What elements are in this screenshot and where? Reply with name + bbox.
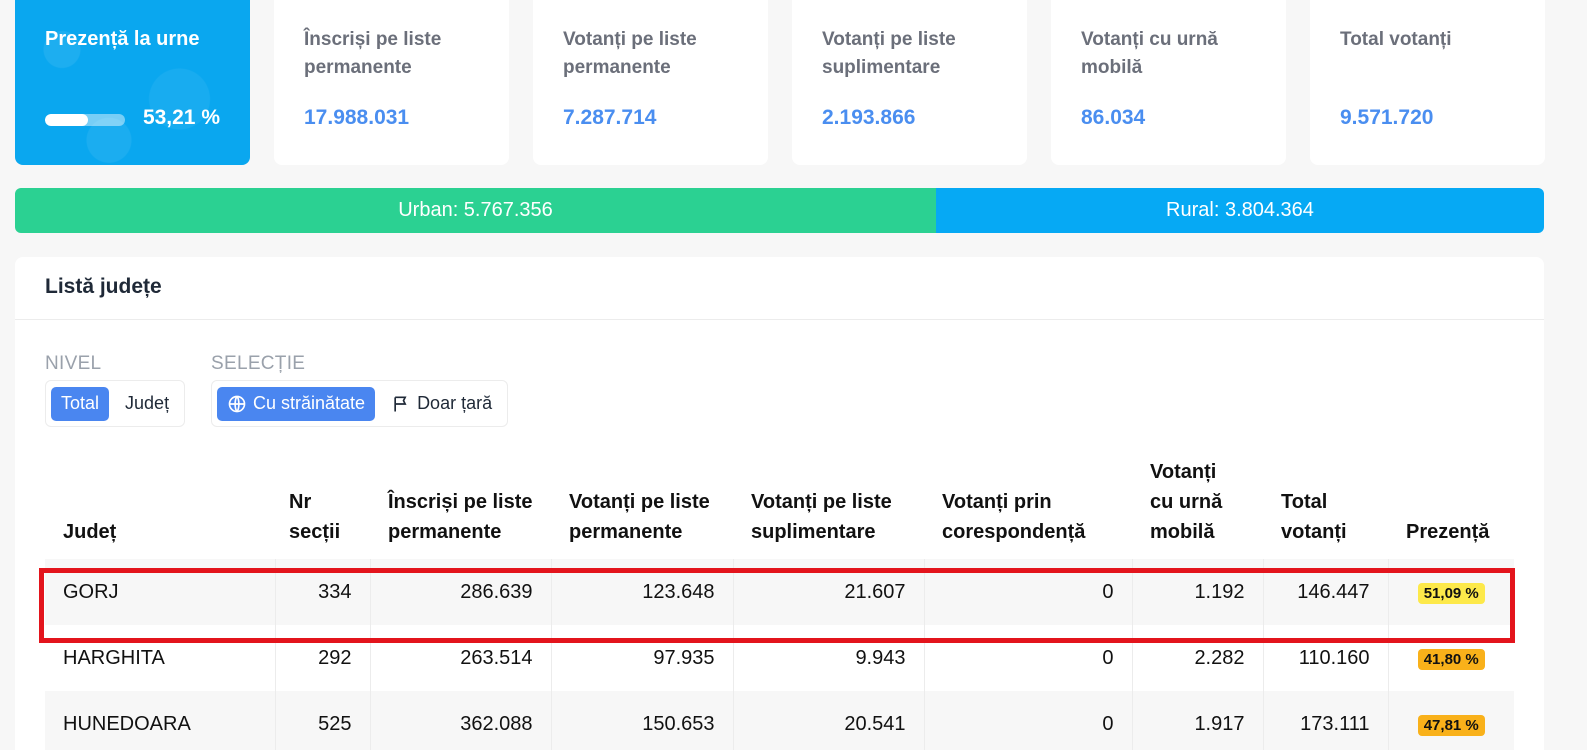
presence-title: Prezență la urne [45,28,200,50]
stat-card-total-voters: Total votanți 9.571.720 [1310,0,1545,165]
level-filter: Total Județ [45,380,186,427]
urban-segment: Urban: 5.767.356 [15,188,936,233]
table-cell: 21.607 [733,559,925,625]
table-body: GORJ 334 286.639 123.648 21.607 0 1.192 146.447… [45,559,1514,750]
panel-title: Listă județe [15,257,1544,320]
col-supplementary-voters[interactable]: Votanți pe liste suplimentare [733,457,924,559]
table-cell: 41,80 % [1388,625,1514,691]
table-cell: 173.111 [1263,691,1389,750]
table-cell: 525 [275,691,371,750]
stat-value: 9.571.720 [1340,106,1434,129]
table-cell: 123.648 [551,559,734,625]
presence-badge: 47,81 % [1417,714,1485,736]
stat-label: Votanți pe liste suplimentare [822,29,956,78]
stat-value: 86.034 [1081,106,1146,129]
col-sections-label: Nr secții [289,491,341,543]
table-cell: 0 [924,691,1133,750]
table-cell: 1.192 [1132,559,1264,625]
presence-progress-fill [45,114,88,126]
presence-badge: 51,09 % [1417,582,1485,604]
cell-county: HUNEDOARA [45,691,276,750]
table-cell: 146.447 [1263,559,1389,625]
stat-card-registered: Înscriși pe liste permanente 17.988.031 [274,0,509,165]
cell-county: HARGHITA [45,625,276,691]
county-list-panel: Listă județe NIVEL Total Județ SELECȚIE … [15,257,1544,750]
selection-filter-label: SELECȚIE [211,353,306,374]
table-cell: 110.160 [1263,625,1389,691]
selection-filter: Cu străinătate Doar țară [211,380,509,427]
table-cell: 263.514 [370,625,552,691]
urban-rural-bar: Urban: 5.767.356 Rural: 3.804.364 [15,188,1544,233]
cell-county: GORJ [45,559,276,625]
table-cell: 362.088 [370,691,552,750]
col-total-voters[interactable]: Total votanți [1263,457,1388,559]
table-cell: 292 [275,625,371,691]
table-cell: 20.541 [733,691,925,750]
stat-label: Votanți pe liste permanente [563,29,697,78]
stat-label: Votanți cu urnă mobilă [1081,29,1218,78]
presence-badge: 41,80 % [1417,648,1485,670]
table-cell: 0 [924,559,1133,625]
selection-option-abroad[interactable]: Cu străinătate [217,386,376,421]
col-permanent-voters[interactable]: Votanți pe liste permanente [551,457,733,559]
table-cell: 51,09 % [1388,559,1514,625]
stat-value: 2.193.866 [822,106,916,129]
presence-progress-bar [45,114,125,126]
table-cell: 286.639 [370,559,552,625]
stat-label: Total votanți [1340,29,1452,50]
table-cell: 9.943 [733,625,925,691]
selection-option-country-only[interactable]: Doar țară [381,387,502,421]
col-registered[interactable]: Înscriși pe liste permanente [370,457,551,559]
table-cell: 97.935 [551,625,734,691]
table-cell: 0 [924,625,1133,691]
level-filter-label: NIVEL [45,353,102,374]
col-mail-voters[interactable]: Votanți prin corespondență [924,457,1132,559]
stats-row: Prezență la urne 53,21 % Înscriși pe lis… [15,0,1563,165]
selection-option-label: Doar țară [417,393,493,413]
col-county[interactable]: Județ [45,457,275,559]
col-mobile-urn[interactable]: Votanți cu urnă mobilă [1132,457,1263,559]
table-cell: 2.282 [1132,625,1264,691]
table-cell: 47,81 % [1388,691,1514,750]
col-presence[interactable]: Prezență [1388,457,1514,559]
rural-segment: Rural: 3.804.364 [936,188,1544,233]
table-row[interactable]: HUNEDOARA 525 362.088 150.653 20.541 0 1.917 17… [45,691,1514,750]
table-cell: 150.653 [551,691,734,750]
presence-card: Prezență la urne 53,21 % [15,0,250,165]
stat-label: Înscriși pe liste permanente [304,29,442,78]
globe-icon [228,395,246,412]
level-option-county[interactable]: Județ [115,387,179,421]
stat-card-mobile-urn: Votanți cu urnă mobilă 86.034 [1051,0,1286,165]
table-cell: 334 [275,559,371,625]
col-sections[interactable]: Nr secții [275,457,370,559]
county-table: Județ Nr secții Înscriși pe liste perman… [45,457,1514,750]
stat-value: 17.988.031 [304,106,410,129]
flag-icon [394,396,407,411]
table-row[interactable]: GORJ 334 286.639 123.648 21.607 0 1.192 146.447… [45,559,1514,625]
stat-card-supplementary-voters: Votanți pe liste suplimentare 2.193.866 [792,0,1027,165]
presence-value: 53,21 % [142,106,220,129]
table-cell: 1.917 [1132,691,1264,750]
level-option-total[interactable]: Total [51,386,110,421]
stat-card-permanent-voters: Votanți pe liste permanente 7.287.714 [533,0,768,165]
selection-option-label: Cu străinătate [253,393,366,413]
stat-value: 7.287.714 [563,106,657,129]
table-row[interactable]: HARGHITA 292 263.514 97.935 9.943 0 2.282 110.1… [45,625,1514,691]
table-header-row: Județ Nr secții Înscriși pe liste perman… [45,457,1514,559]
